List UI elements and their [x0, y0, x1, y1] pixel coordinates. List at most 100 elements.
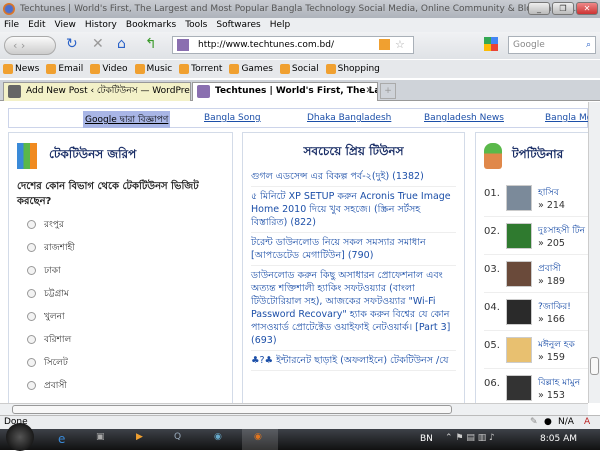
avatar[interactable] — [506, 337, 532, 363]
close-tab-icon[interactable]: ✕ — [365, 83, 373, 100]
tuner-name[interactable]: ?জাকির! — [538, 299, 571, 314]
undo-arrow-icon[interactable]: ↰ — [145, 35, 157, 53]
back-forward-button[interactable]: ‹ › — [4, 36, 56, 55]
top-tuner-row[interactable]: 03. প্রবাসী» 189 — [484, 255, 588, 293]
popular-tune-link[interactable]: ডাউনলোড করুন কিছু অসাধারন প্রোফেশনাল এবং… — [251, 266, 456, 351]
search-input[interactable]: Google ⌕ — [508, 36, 596, 54]
search-placeholder: Google — [513, 40, 545, 50]
tab-techtunes[interactable]: Techtunes | World's First, The Lar... ✕ — [192, 82, 378, 101]
radio-button[interactable] — [27, 381, 36, 390]
top-tuner-row[interactable]: 04. ?জাকির!» 166 — [484, 293, 588, 331]
media-player-icon[interactable]: ▶ — [136, 432, 143, 442]
app-icon[interactable]: ▣ — [96, 432, 105, 442]
scroll-thumb[interactable] — [590, 357, 599, 375]
top-tuner-row[interactable]: 01. হাসিব» 214 — [484, 179, 588, 217]
tuner-name[interactable]: হাসিব — [538, 185, 565, 200]
poll-option[interactable]: প্রবাসী — [27, 374, 224, 397]
poll-option[interactable]: রাজশাহী — [27, 236, 224, 259]
avatar[interactable] — [506, 185, 532, 211]
popular-title: সবচেয়ে প্রিয় টিউনস — [303, 144, 404, 158]
popular-tune-link[interactable]: টরেন্ট ডাউনলোড নিয়ে সকল সমস্যার সমাধান … — [251, 233, 456, 266]
menu-view[interactable]: View — [55, 18, 76, 32]
menu-bookmarks[interactable]: Bookmarks — [126, 18, 176, 32]
radio-button[interactable] — [27, 312, 36, 321]
bookmark-games[interactable]: Games — [229, 60, 273, 78]
poll-option[interactable]: খুলনা — [27, 305, 224, 328]
menu-softwares[interactable]: Softwares — [216, 18, 260, 32]
stop-icon[interactable]: ✕ — [92, 35, 104, 53]
home-icon[interactable]: ⌂ — [117, 35, 126, 53]
search-icon[interactable]: ⌕ — [586, 37, 591, 53]
google-search-engine-icon[interactable] — [484, 37, 498, 51]
tuner-name[interactable]: মঈনুল হক — [538, 337, 575, 352]
tuner-name[interactable]: বিল্লাহ মামুন — [538, 375, 580, 390]
poll-option[interactable]: সিলেট — [27, 351, 224, 374]
radio-button[interactable] — [27, 335, 36, 344]
top-tuner-row[interactable]: 02. দুঃসাহসী টিন» 205 — [484, 217, 588, 255]
radio-button[interactable] — [27, 243, 36, 252]
language-indicator[interactable]: BN — [420, 434, 433, 444]
menu-history[interactable]: History — [85, 18, 117, 32]
quicktime-icon[interactable]: Q — [174, 432, 181, 442]
ad-link[interactable]: Bangladesh News — [424, 113, 504, 123]
tuner-name[interactable]: প্রবাসী — [538, 261, 565, 276]
bookmark-torrent[interactable]: Torrent — [179, 60, 222, 78]
ads-by-google-label[interactable]: Google দ্বারা বিজ্ঞাপণ — [83, 111, 171, 128]
option-label: রংপুর — [44, 220, 64, 230]
vertical-scrollbar[interactable] — [588, 102, 600, 403]
top-tuner-row[interactable]: 06. বিল্লাহ মামুন» 153 — [484, 369, 588, 403]
poll-option[interactable]: চট্টগ্রাম — [27, 282, 224, 305]
tray-icons[interactable]: ⌃ ⚑ ▤ ▥ ♪ — [445, 433, 495, 443]
poll-option[interactable]: বরিশাল — [27, 328, 224, 351]
firefox-taskbar-button[interactable]: ◉ — [242, 429, 278, 450]
tuner-rank: 04. — [484, 302, 500, 313]
horizontal-scrollbar[interactable] — [0, 403, 588, 415]
poll-option[interactable]: ঢাকা — [27, 259, 224, 282]
globe-icon[interactable]: ◉ — [214, 432, 222, 442]
popular-tune-link[interactable]: ♣?♣ ইন্টারনেট ছাড়াই (অফলাইনে) টেকটিউনস … — [251, 351, 456, 371]
internet-explorer-icon[interactable]: e — [58, 432, 65, 446]
popular-tune-link[interactable]: গুগল এডসেন্স এর বিকল্প পর্ব-২(দুই) (1382… — [251, 167, 456, 187]
bookmark-music[interactable]: Music — [134, 60, 172, 78]
radio-button[interactable] — [27, 358, 36, 367]
tab-add-new-post[interactable]: Add New Post ‹ টেকটিউনস — WordPress — [3, 82, 191, 101]
bookmark-news[interactable]: News — [3, 60, 39, 78]
start-button[interactable] — [6, 423, 34, 451]
bookmark-star-icon[interactable]: ☆ — [395, 37, 405, 53]
menu-edit[interactable]: Edit — [28, 18, 45, 32]
url-bar[interactable]: http://www.techtunes.com.bd/ ☆ — [172, 36, 414, 54]
scroll-thumb[interactable] — [12, 405, 452, 414]
avatar[interactable] — [506, 299, 532, 325]
bookmark-shopping[interactable]: Shopping — [325, 60, 380, 78]
tuner-name[interactable]: দুঃসাহসী টিন — [538, 223, 585, 238]
rss-feed-icon[interactable] — [379, 39, 390, 50]
option-label: প্রবাসী — [44, 381, 67, 391]
avatar[interactable] — [506, 261, 532, 287]
radio-button[interactable] — [27, 266, 36, 275]
bookmark-social[interactable]: Social — [279, 60, 319, 78]
radio-button[interactable] — [27, 220, 36, 229]
close-button[interactable]: ✕ — [576, 2, 598, 15]
reload-icon[interactable]: ↻ — [66, 35, 78, 53]
menu-tools[interactable]: Tools — [185, 18, 207, 32]
clock[interactable]: 8:05 AM — [540, 434, 577, 444]
spellcheck-icon[interactable]: A — [584, 416, 590, 429]
ad-link[interactable]: Bangla Mo — [545, 113, 588, 123]
ad-link[interactable]: Bangla Song — [204, 113, 261, 123]
menu-help[interactable]: Help — [270, 18, 291, 32]
menu-file[interactable]: File — [4, 18, 19, 32]
avatar[interactable] — [506, 223, 532, 249]
popular-tune-link[interactable]: ৫ মিনিটে XP SETUP করুন Acronis True Imag… — [251, 187, 456, 233]
page-content: Google দ্বারা বিজ্ঞাপণ Bangla Song Dhaka… — [0, 102, 588, 403]
ad-link[interactable]: Dhaka Bangladesh — [307, 113, 391, 123]
top-tuner-row[interactable]: 05. মঈনুল হক» 159 — [484, 331, 588, 369]
new-tab-button[interactable]: + — [380, 83, 396, 99]
maximize-button[interactable]: ❐ — [552, 2, 574, 15]
bookmark-email[interactable]: Email — [46, 60, 83, 78]
avatar[interactable] — [506, 375, 532, 401]
tuner-count: » 153 — [538, 390, 565, 401]
poll-option[interactable]: রংপুর — [27, 213, 224, 236]
bookmark-video[interactable]: Video — [90, 60, 128, 78]
radio-button[interactable] — [27, 289, 36, 298]
minimize-button[interactable]: _ — [528, 2, 550, 15]
